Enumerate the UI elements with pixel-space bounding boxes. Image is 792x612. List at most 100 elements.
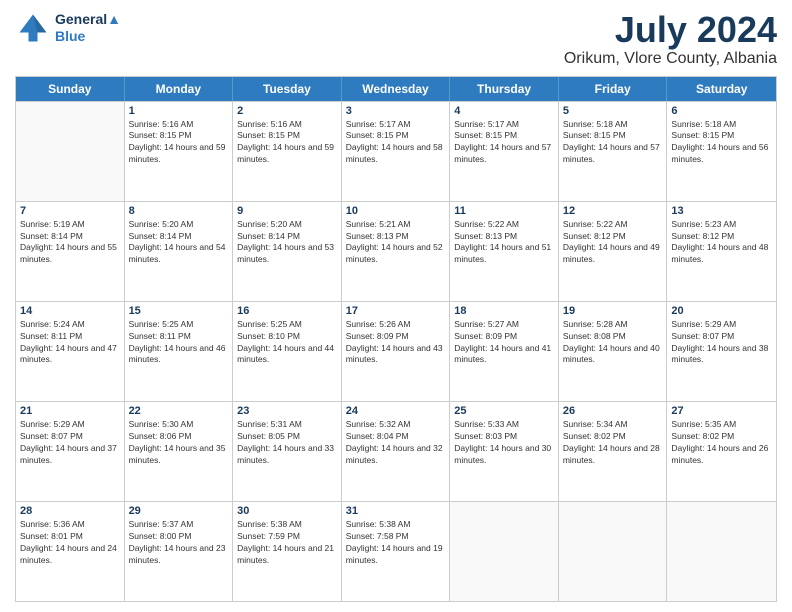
daylight-line: Daylight: 14 hours and 23 minutes. <box>129 543 229 567</box>
daylight-line: Daylight: 14 hours and 53 minutes. <box>237 242 337 266</box>
daylight-line: Daylight: 14 hours and 56 minutes. <box>671 142 772 166</box>
day-cell-19: 19Sunrise: 5:28 AMSunset: 8:08 PMDayligh… <box>559 302 668 401</box>
day-cell-20: 20Sunrise: 5:29 AMSunset: 8:07 PMDayligh… <box>667 302 776 401</box>
day-number: 4 <box>454 105 554 117</box>
cell-info-line: Sunset: 7:59 PM <box>237 531 337 543</box>
day-cell-7: 7Sunrise: 5:19 AMSunset: 8:14 PMDaylight… <box>16 202 125 301</box>
day-number: 17 <box>346 305 446 317</box>
cell-info-line: Sunset: 8:15 PM <box>671 130 772 142</box>
cell-info-line: Sunrise: 5:30 AM <box>129 419 229 431</box>
cell-info-line: Sunrise: 5:33 AM <box>454 419 554 431</box>
cell-info-line: Sunrise: 5:18 AM <box>671 119 772 131</box>
daylight-line: Daylight: 14 hours and 58 minutes. <box>346 142 446 166</box>
day-cell-21: 21Sunrise: 5:29 AMSunset: 8:07 PMDayligh… <box>16 402 125 501</box>
header-day-wednesday: Wednesday <box>342 77 451 101</box>
cell-info-line: Sunrise: 5:31 AM <box>237 419 337 431</box>
logo-line1: General▲ <box>55 11 121 28</box>
title-block: July 2024 Orikum, Vlore County, Albania <box>564 10 777 68</box>
day-number: 25 <box>454 405 554 417</box>
cell-info-line: Sunrise: 5:19 AM <box>20 219 120 231</box>
cell-info-line: Sunset: 8:00 PM <box>129 531 229 543</box>
day-number: 19 <box>563 305 663 317</box>
cell-info-line: Sunrise: 5:20 AM <box>129 219 229 231</box>
header-day-tuesday: Tuesday <box>233 77 342 101</box>
header-day-saturday: Saturday <box>667 77 776 101</box>
day-cell-17: 17Sunrise: 5:26 AMSunset: 8:09 PMDayligh… <box>342 302 451 401</box>
day-number: 18 <box>454 305 554 317</box>
day-number: 28 <box>20 505 120 517</box>
cell-info-line: Sunset: 8:06 PM <box>129 431 229 443</box>
cell-info-line: Sunrise: 5:29 AM <box>20 419 120 431</box>
cell-info-line: Sunset: 8:05 PM <box>237 431 337 443</box>
daylight-line: Daylight: 14 hours and 59 minutes. <box>129 142 229 166</box>
cell-info-line: Sunrise: 5:36 AM <box>20 519 120 531</box>
day-cell-5: 5Sunrise: 5:18 AMSunset: 8:15 PMDaylight… <box>559 102 668 201</box>
cell-info-line: Sunset: 8:12 PM <box>563 231 663 243</box>
day-number: 1 <box>129 105 229 117</box>
daylight-line: Daylight: 14 hours and 40 minutes. <box>563 343 663 367</box>
day-number: 13 <box>671 205 772 217</box>
day-cell-26: 26Sunrise: 5:34 AMSunset: 8:02 PMDayligh… <box>559 402 668 501</box>
day-cell-empty <box>450 502 559 601</box>
calendar-row-4: 21Sunrise: 5:29 AMSunset: 8:07 PMDayligh… <box>16 401 776 501</box>
cell-info-line: Sunset: 8:15 PM <box>346 130 446 142</box>
day-number: 10 <box>346 205 446 217</box>
day-cell-9: 9Sunrise: 5:20 AMSunset: 8:14 PMDaylight… <box>233 202 342 301</box>
daylight-line: Daylight: 14 hours and 54 minutes. <box>129 242 229 266</box>
daylight-line: Daylight: 14 hours and 57 minutes. <box>454 142 554 166</box>
header-day-sunday: Sunday <box>16 77 125 101</box>
day-number: 15 <box>129 305 229 317</box>
cell-info-line: Sunrise: 5:20 AM <box>237 219 337 231</box>
day-number: 26 <box>563 405 663 417</box>
cell-info-line: Sunset: 8:13 PM <box>454 231 554 243</box>
cell-info-line: Sunrise: 5:23 AM <box>671 219 772 231</box>
day-number: 3 <box>346 105 446 117</box>
daylight-line: Daylight: 14 hours and 35 minutes. <box>129 443 229 467</box>
cell-info-line: Sunset: 8:07 PM <box>20 431 120 443</box>
day-number: 14 <box>20 305 120 317</box>
day-cell-13: 13Sunrise: 5:23 AMSunset: 8:12 PMDayligh… <box>667 202 776 301</box>
logo-text: General▲ Blue <box>55 11 121 45</box>
day-number: 24 <box>346 405 446 417</box>
cell-info-line: Sunrise: 5:21 AM <box>346 219 446 231</box>
cell-info-line: Sunset: 8:12 PM <box>671 231 772 243</box>
daylight-line: Daylight: 14 hours and 21 minutes. <box>237 543 337 567</box>
day-number: 6 <box>671 105 772 117</box>
cell-info-line: Sunset: 8:14 PM <box>20 231 120 243</box>
day-cell-29: 29 Sunrise: 5:37 AMSunset: 8:00 PMDayligh… <box>125 502 234 601</box>
cell-info-line: Sunrise: 5:22 AM <box>454 219 554 231</box>
cell-info-line: Sunset: 8:15 PM <box>454 130 554 142</box>
day-number: 5 <box>563 105 663 117</box>
day-cell-27: 27Sunrise: 5:35 AMSunset: 8:02 PMDayligh… <box>667 402 776 501</box>
day-number: 22 <box>129 405 229 417</box>
header-day-thursday: Thursday <box>450 77 559 101</box>
day-cell-10: 10Sunrise: 5:21 AMSunset: 8:13 PMDayligh… <box>342 202 451 301</box>
day-number: 27 <box>671 405 772 417</box>
daylight-line: Daylight: 14 hours and 49 minutes. <box>563 242 663 266</box>
daylight-line: Daylight: 14 hours and 24 minutes. <box>20 543 120 567</box>
daylight-line: Daylight: 14 hours and 52 minutes. <box>346 242 446 266</box>
daylight-line: Daylight: 14 hours and 44 minutes. <box>237 343 337 367</box>
page: General▲ Blue July 2024 Orikum, Vlore Co… <box>0 0 792 612</box>
main-title: July 2024 <box>564 10 777 50</box>
daylight-line: Daylight: 14 hours and 33 minutes. <box>237 443 337 467</box>
cell-info-line: Sunset: 8:15 PM <box>237 130 337 142</box>
cell-info-line: Sunset: 8:14 PM <box>237 231 337 243</box>
day-cell-22: 22 Sunrise: 5:30 AMSunset: 8:06 PMDayligh… <box>125 402 234 501</box>
cell-info-line: Sunrise: 5:37 AM <box>129 519 229 531</box>
day-number: 7 <box>20 205 120 217</box>
cell-info-line: Sunrise: 5:32 AM <box>346 419 446 431</box>
daylight-line: Daylight: 14 hours and 47 minutes. <box>20 343 120 367</box>
logo-line2: Blue <box>55 28 121 45</box>
day-number: 11 <box>454 205 554 217</box>
day-number: 29 <box>129 505 229 517</box>
daylight-line: Daylight: 14 hours and 43 minutes. <box>346 343 446 367</box>
header-day-monday: Monday <box>125 77 234 101</box>
daylight-line: Daylight: 14 hours and 32 minutes. <box>346 443 446 467</box>
day-number: 23 <box>237 405 337 417</box>
cell-info-line: Sunset: 8:11 PM <box>129 331 229 343</box>
cell-info-line: Sunrise: 5:25 AM <box>237 319 337 331</box>
day-number: 8 <box>129 205 229 217</box>
day-cell-empty <box>559 502 668 601</box>
day-cell-empty <box>16 102 125 201</box>
